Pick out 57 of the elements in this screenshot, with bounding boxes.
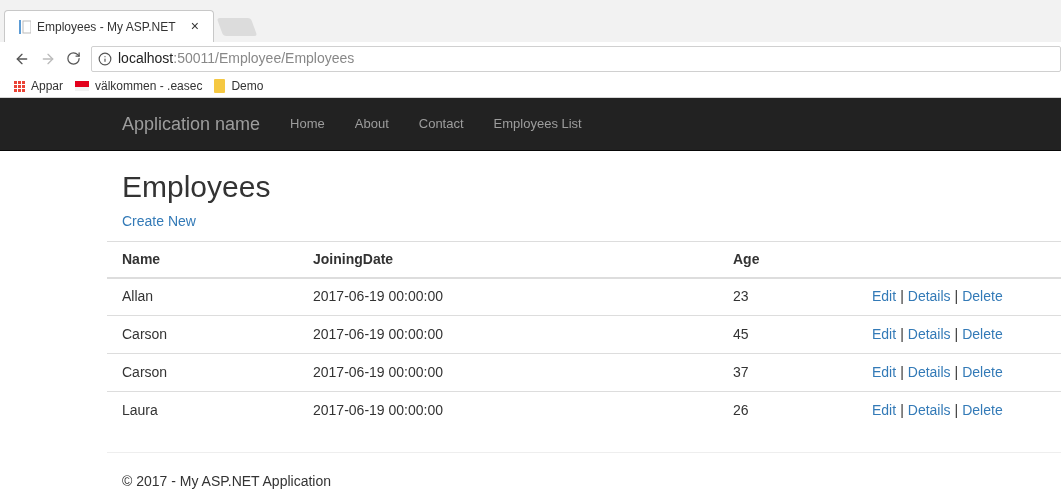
action-link[interactable]: Details (907, 288, 951, 305)
action-link[interactable]: Details (907, 326, 951, 342)
table-cell: Laura (122, 402, 158, 419)
action-link[interactable]: Details (907, 364, 951, 380)
tab-title: Employees - My ASP.NET (37, 18, 176, 36)
create-new-link[interactable]: Create New (122, 213, 196, 229)
table-cell: 37 (733, 364, 749, 380)
table-cell: 2017-06-19 00:00:00 (313, 364, 443, 380)
nav-link[interactable]: Contact (418, 114, 464, 134)
table-cell: 2017-06-19 00:00:00 (313, 326, 443, 342)
table-cell: 2017-06-19 00:00:00 (313, 402, 443, 419)
url-text: localhost:50011/Employee/Employees (118, 49, 355, 68)
separator: | (954, 402, 959, 419)
bookmark[interactable]: Demo (214, 77, 264, 95)
brand-link[interactable]: Application name (122, 110, 261, 138)
action-link[interactable]: Details (907, 402, 951, 419)
table-cell: 23 (733, 288, 749, 305)
separator: | (900, 288, 904, 305)
info-icon (98, 51, 112, 66)
separator: | (900, 402, 904, 419)
action-link[interactable]: Edit (872, 326, 897, 342)
flag-icon (75, 81, 90, 91)
table-cell: Allan (122, 288, 154, 305)
folder-icon (214, 79, 226, 93)
table-cell: 26 (733, 402, 749, 419)
separator: | (954, 364, 959, 380)
column-header: JoiningDate (313, 250, 394, 267)
bookmark[interactable]: välkommen - .easec (75, 77, 203, 95)
action-link[interactable]: Edit (872, 364, 897, 380)
separator: | (900, 364, 904, 380)
page-title: Employees (122, 169, 272, 205)
tab-close-button[interactable]: × (190, 16, 199, 37)
action-link[interactable]: Edit (872, 402, 897, 419)
table-cell: Carson (122, 364, 168, 380)
table-cell: Carson (122, 326, 168, 342)
table-cell: 2017-06-19 00:00:00 (313, 288, 443, 305)
action-link[interactable]: Delete (962, 364, 1003, 380)
action-link[interactable]: Delete (962, 326, 1003, 342)
address-bar[interactable]: localhost:50011/Employee/Employees (91, 45, 1061, 72)
column-header: Name (122, 250, 161, 267)
separator: | (900, 326, 904, 342)
nav-link[interactable]: Employees List (493, 114, 582, 134)
column-header: Age (733, 250, 760, 267)
separator: | (954, 288, 959, 305)
bookmark[interactable]: Appar (14, 77, 64, 95)
nav-link[interactable]: Home (290, 114, 325, 134)
footer-text: © 2017 - My ASP.NET Application (122, 472, 332, 489)
browser-tab[interactable]: Employees - My ASP.NET × (4, 10, 214, 42)
page-icon (19, 19, 31, 34)
nav-link[interactable]: About (354, 114, 389, 134)
separator: | (954, 326, 959, 342)
reload-icon[interactable] (66, 51, 81, 66)
table-cell: 45 (733, 326, 749, 342)
apps-grid-icon (14, 80, 25, 92)
action-link[interactable]: Delete (962, 402, 1003, 419)
action-link[interactable]: Delete (962, 288, 1003, 305)
action-link[interactable]: Edit (872, 288, 897, 305)
